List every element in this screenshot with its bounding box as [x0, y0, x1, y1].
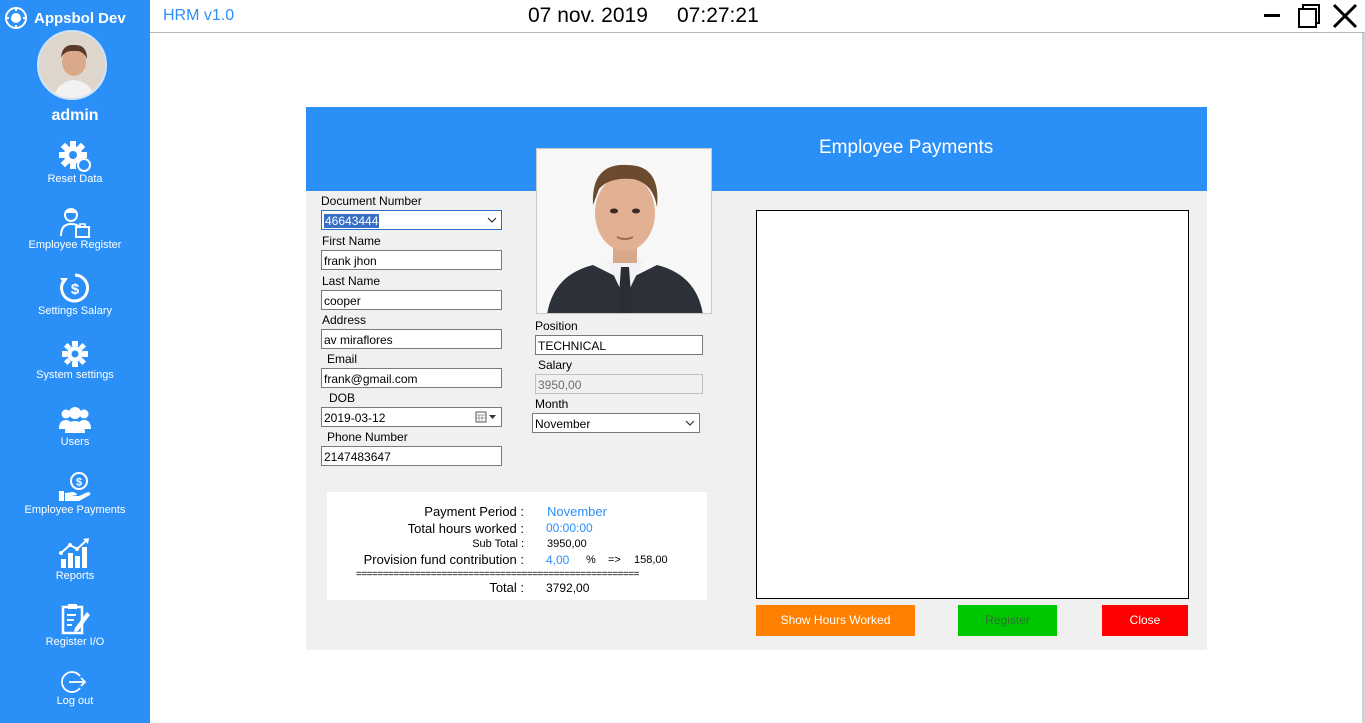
document-number-label: Document Number	[321, 194, 422, 208]
employee-photo	[536, 148, 712, 314]
sidebar-item-label: Employee Register	[28, 239, 122, 251]
payment-period-label: Payment Period :	[424, 504, 524, 519]
title-bar: HRM v1.0 07 nov. 2019 07:27:21	[150, 0, 1365, 33]
logout-icon	[61, 671, 87, 693]
document-number-select[interactable]: 46643444	[321, 210, 502, 230]
total-hours-value: 00:00:00	[546, 521, 593, 535]
gear-icon	[62, 341, 88, 367]
position-input[interactable]: TECHNICAL	[535, 335, 703, 355]
arrow-sign: =>	[608, 554, 621, 566]
bar-chart-icon	[59, 538, 89, 568]
brand: Appsbol Dev	[4, 6, 126, 30]
percent-sign: %	[586, 554, 596, 566]
email-label: Email	[327, 352, 358, 366]
panel-title: Employee Payments	[819, 137, 994, 158]
sub-total-value: 3950,00	[547, 538, 587, 550]
last-name-input[interactable]: cooper	[321, 290, 502, 310]
avatar-image	[39, 32, 105, 98]
sidebar-item-reports[interactable]: Reports	[0, 537, 150, 582]
current-date: 07 nov. 2019	[528, 4, 648, 27]
provision-amount: 158,00	[634, 554, 668, 566]
minimize-button[interactable]	[1258, 3, 1286, 29]
sidebar-item-reset-data[interactable]: Reset Data	[0, 140, 150, 185]
close-button[interactable]: Close	[1102, 605, 1188, 636]
chevron-down-icon	[685, 420, 695, 426]
sidebar-item-label: Employee Payments	[24, 504, 126, 516]
provision-rate: 4,00	[546, 553, 570, 567]
dob-label: DOB	[329, 391, 356, 405]
sidebar-item-users[interactable]: Users	[0, 405, 150, 448]
dob-date-picker[interactable]: 2019-03-12	[321, 407, 502, 427]
payment-hand-icon: $	[59, 472, 91, 501]
position-label: Position	[535, 319, 578, 333]
payment-period-value: November	[547, 504, 607, 519]
last-name-label: Last Name	[322, 274, 381, 288]
sidebar-item-label: Settings Salary	[38, 305, 112, 317]
dob-value: 2019-03-12	[324, 411, 386, 425]
month-value: November	[535, 417, 591, 431]
month-select[interactable]: November	[532, 413, 700, 433]
salary-label: Salary	[538, 358, 573, 372]
sidebar-item-label: Users	[60, 436, 90, 448]
sidebar-item-settings-salary[interactable]: $ Settings Salary	[0, 272, 150, 317]
document-number-value: 46643444	[324, 214, 380, 228]
salary-settings-icon: $	[60, 273, 90, 303]
hours-worked-grid[interactable]	[756, 210, 1189, 599]
employee-icon	[60, 208, 90, 238]
sidebar-item-label: Log out	[56, 695, 94, 707]
chevron-down-icon	[487, 217, 497, 223]
sidebar-item-label: Reports	[55, 570, 95, 582]
first-name-input[interactable]: frank jhon	[321, 250, 502, 270]
sidebar-item-label: Reset Data	[47, 173, 103, 185]
total-hours-label: Total hours worked :	[407, 521, 524, 536]
address-label: Address	[322, 313, 367, 327]
sidebar-item-employee-register[interactable]: Employee Register	[0, 206, 150, 251]
total-value: 3792,00	[546, 581, 590, 595]
phone-number-input[interactable]: 2147483647	[321, 446, 502, 466]
first-name-label: First Name	[322, 234, 381, 248]
users-icon	[59, 407, 91, 433]
sidebar-item-employee-payments[interactable]: $ Employee Payments	[0, 471, 150, 516]
sidebar-item-label: Register I/O	[45, 636, 105, 648]
sidebar-item-log-out[interactable]: Log out	[0, 670, 150, 707]
payment-summary: Payment Period : November Total hours wo…	[327, 492, 707, 600]
salary-input: 3950,00	[535, 374, 703, 394]
address-input[interactable]: av miraflores	[321, 329, 502, 349]
app-window: Appsbol Dev admin Reset Data Employee Re…	[0, 0, 1365, 723]
maximize-icon	[1298, 4, 1320, 28]
register-button[interactable]: Register	[958, 605, 1057, 636]
employee-photo-image	[537, 149, 711, 313]
svg-text:$: $	[76, 477, 82, 489]
clipboard-edit-icon	[61, 604, 90, 635]
provision-fund-label: Provision fund contribution :	[363, 552, 524, 567]
current-time: 07:27:21	[677, 4, 759, 27]
brand-logo-icon	[5, 7, 27, 29]
show-hours-worked-button[interactable]: Show Hours Worked	[756, 605, 915, 636]
sidebar-item-register-io[interactable]: Register I/O	[0, 603, 150, 648]
user-name: admin	[51, 107, 99, 124]
gear-refresh-icon	[59, 141, 91, 172]
panel-header: Employee Payments	[306, 107, 1207, 191]
total-label: Total :	[489, 580, 524, 595]
employee-payments-panel: Employee Payments Document Number 466434…	[306, 107, 1207, 650]
sub-total-label: Sub Total :	[472, 538, 524, 550]
calendar-dropdown-icon	[475, 411, 496, 423]
phone-number-label: Phone Number	[327, 430, 408, 444]
maximize-button[interactable]	[1293, 3, 1321, 29]
month-label: Month	[535, 397, 569, 411]
close-window-button[interactable]	[1331, 3, 1359, 29]
sidebar-item-label: System settings	[36, 369, 114, 381]
svg-text:$: $	[71, 281, 80, 298]
avatar	[37, 30, 107, 100]
minimize-icon	[1264, 14, 1280, 17]
email-input[interactable]: frank@gmail.com	[321, 368, 502, 388]
brand-name: Appsbol Dev	[34, 9, 126, 27]
close-icon	[1332, 3, 1358, 29]
sidebar-item-system-settings[interactable]: System settings	[0, 340, 150, 381]
summary-separator: ========================================…	[356, 569, 640, 580]
app-title: HRM v1.0	[163, 7, 235, 24]
sidebar: Appsbol Dev admin Reset Data Employee Re…	[0, 0, 150, 723]
